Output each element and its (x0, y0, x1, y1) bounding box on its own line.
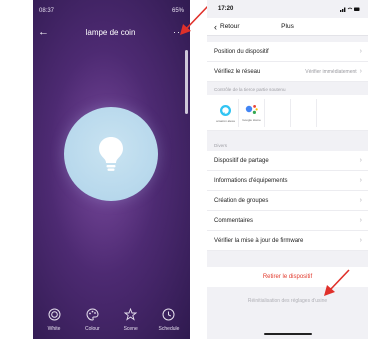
assistant-alexa[interactable]: amazon alexa (213, 99, 239, 127)
tab-colour-label: Colour (84, 326, 100, 332)
right-status-time: 17:20 (218, 6, 234, 12)
row-check-network-label: Vérifiez le réseau (214, 68, 261, 75)
row-device-info-label: Informations d'équipements (214, 177, 288, 184)
left-nav-bar: ← lampe de coin ··· (33, 22, 190, 42)
row-share-device-label: Dispositif de partage (214, 157, 269, 164)
row-position[interactable]: Position du dispositif › (207, 42, 368, 62)
left-phone-screen: 08:37 65% ← lampe de coin ··· White Colo… (33, 0, 190, 339)
row-firmware-update[interactable]: Vérifier la mise à jour de firmware › (207, 231, 368, 251)
tab-colour[interactable]: Colour (74, 303, 110, 339)
assistants-section-header: Contrôle de la tierce partie soutenu (207, 82, 368, 95)
scrollbar[interactable] (185, 50, 188, 114)
divers-section-header: Divers (207, 131, 368, 151)
assistant-google-home[interactable]: Google Home (239, 99, 265, 127)
back-button[interactable]: ‹ Retour (214, 22, 240, 32)
assistant-empty-slot (291, 99, 317, 127)
row-check-network[interactable]: Vérifiez le réseau Vérifier immédiatemen… (207, 62, 368, 82)
star-icon (124, 307, 138, 321)
row-share-device[interactable]: Dispositif de partage › (207, 151, 368, 171)
lightbulb-icon (99, 137, 123, 171)
assistant-empty-slot (265, 99, 291, 127)
white-mode-icon (48, 308, 60, 320)
signal-wifi-battery-icon (340, 7, 360, 12)
chevron-right-icon: › (359, 197, 362, 204)
mode-tab-bar: White Colour Scene Schedule (33, 303, 190, 339)
chevron-left-icon: ‹ (214, 21, 217, 32)
google-assistant-icon (245, 105, 258, 114)
tab-white-label: White (47, 326, 61, 332)
assistant-google-name: Google Home (242, 118, 261, 122)
tab-scene[interactable]: Scene (113, 303, 149, 339)
row-firmware-update-label: Vérifier la mise à jour de firmware (214, 237, 304, 244)
chevron-right-icon: › (359, 177, 362, 184)
tab-schedule[interactable]: Schedule (151, 303, 187, 339)
right-status-bar: 17:20 (207, 0, 368, 18)
chevron-right-icon: › (359, 157, 362, 164)
annotation-arrow-more (180, 4, 210, 35)
chevron-right-icon: › (359, 68, 362, 75)
back-arrow-icon[interactable]: ← (38, 26, 50, 38)
row-check-network-value: Vérifier immédiatement (305, 68, 357, 75)
power-toggle-button[interactable] (64, 107, 158, 201)
home-indicator (264, 333, 312, 335)
palette-icon (86, 307, 99, 321)
annotation-arrow-remove (324, 269, 350, 296)
back-button-label: Retour (220, 23, 240, 30)
assistants-grid: amazon alexa Google Home (207, 95, 368, 131)
assistant-alexa-name: amazon alexa (216, 118, 235, 123)
clock-icon (162, 308, 175, 320)
row-create-group[interactable]: Création de groupes › (207, 191, 368, 211)
chevron-right-icon: › (359, 217, 362, 224)
row-create-group-label: Création de groupes (214, 197, 269, 204)
left-status-time: 08:37 (39, 8, 55, 14)
chevron-right-icon: › (359, 48, 362, 55)
device-title: lampe de coin (85, 27, 136, 37)
alexa-icon (220, 104, 231, 116)
tab-white[interactable]: White (36, 303, 72, 339)
tab-scene-label: Scene (123, 326, 138, 332)
chevron-right-icon: › (359, 237, 362, 244)
row-feedback-label: Commentaires (214, 217, 254, 224)
row-device-info[interactable]: Informations d'équipements › (207, 171, 368, 191)
row-feedback[interactable]: Commentaires › (207, 211, 368, 231)
right-nav-bar: ‹ Retour Plus (207, 18, 368, 36)
left-status-bar: 08:37 65% (33, 0, 190, 22)
row-position-label: Position du dispositif (214, 48, 269, 55)
tab-schedule-label: Schedule (158, 326, 180, 332)
